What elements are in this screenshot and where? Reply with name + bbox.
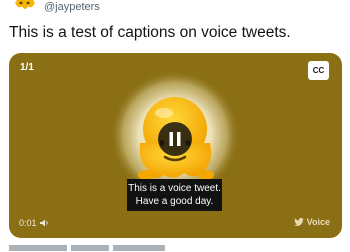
speaker-icon[interactable] — [39, 219, 49, 227]
voice-tweet-player[interactable]: 1/1 CC This is a voice tweet. Have a goo… — [9, 53, 342, 238]
timestamp-line-cropped — [9, 245, 165, 251]
voice-badge: Voice — [293, 217, 330, 227]
caption-overlay: This is a voice tweet. Have a good day. — [127, 179, 222, 211]
playback-time: 0:01 — [19, 218, 49, 228]
captions-button[interactable]: CC — [308, 61, 329, 80]
user-handle[interactable]: @jaypeters — [44, 1, 100, 13]
caption-line: This is a voice tweet. — [128, 183, 221, 194]
elapsed-time: 0:01 — [19, 218, 37, 228]
pause-icon[interactable] — [158, 122, 192, 156]
tweet-text: This is a test of captions on voice twee… — [9, 24, 291, 41]
voice-label: Voice — [306, 217, 330, 227]
caption-line: Have a good day. — [135, 196, 214, 207]
media-counter: 1/1 — [20, 62, 34, 73]
avatar[interactable] — [12, 0, 38, 12]
twitter-bird-icon — [293, 218, 304, 226]
